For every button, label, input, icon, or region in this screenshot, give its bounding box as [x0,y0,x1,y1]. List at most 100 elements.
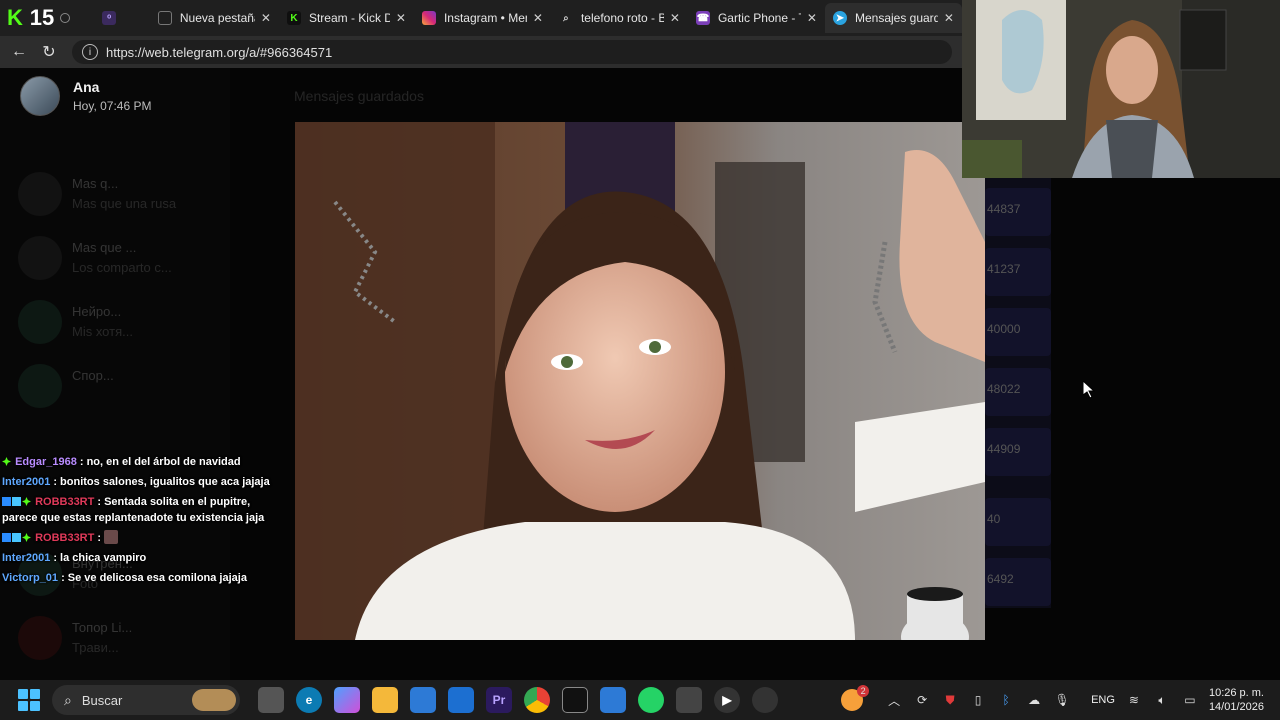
avatar [18,236,62,280]
whatsapp-icon[interactable] [638,687,664,713]
bluetooth-icon[interactable]: ᛒ [997,691,1015,709]
clock-icon [60,13,71,23]
chat-list-item: Mas que ... Los comparto c... [18,232,218,282]
battery-icon[interactable]: ▭ [1181,691,1199,709]
kick-badge-icon [2,533,11,542]
task-view-icon[interactable] [258,687,284,713]
newtab-icon [157,11,172,25]
url-text: https://web.telegram.org/a/#966364571 [106,44,333,60]
app-icon[interactable] [676,687,702,713]
chat-message: Inter2001: la chica vampiro [2,552,147,564]
tab-kick[interactable]: K Stream - Kick Dash ✕ [279,3,414,33]
chat-list-item: Спор... [18,360,218,410]
close-tab-icon[interactable]: ✕ [807,11,817,25]
chat-message: Victorp_01: Se ve delicosa esa comilona … [2,572,247,584]
close-tab-icon[interactable]: ✕ [261,11,271,25]
webcam-overlay [962,0,1280,178]
avatar [18,172,62,216]
media-photo[interactable] [295,122,985,640]
close-tab-icon[interactable]: ✕ [533,11,543,25]
tab-new[interactable]: Nueva pestaña ✕ [150,3,279,33]
search-icon: ⌕ [563,12,569,24]
chat-message: ROBB33RT: [2,530,274,546]
mouse-cursor-icon [1082,379,1096,404]
chat-title-background: Mensajes guardados [294,88,424,104]
chrome-icon[interactable] [524,687,550,713]
gift-badge-icon [2,457,11,466]
edge-icon[interactable]: e [296,687,322,713]
close-tab-icon[interactable]: ✕ [944,11,954,25]
telegram-icon: ➤ [832,11,847,25]
chat-message: ROBB33RT: Sentada solita en el pupitre, … [2,496,265,524]
premiere-icon[interactable]: Pr [486,687,512,713]
gartic-icon: ☎ [695,11,710,25]
chat-list-item: Mas q... Mas que una rusa [18,168,218,218]
copilot-icon[interactable] [334,687,360,713]
sub-badge-icon [12,497,21,506]
chat-list-item: Топор Li... Трави... [18,612,218,662]
capcut-icon[interactable] [562,687,588,713]
taskbar-search[interactable]: ⌕ Buscar [52,685,240,715]
usb-icon[interactable]: ▯ [969,691,987,709]
microphone-icon[interactable]: 🎙︎ [1053,691,1071,709]
language-indicator[interactable]: ENG [1091,694,1115,706]
chat-messages-background: 44837 41237 40000 48022 44909 40 6492 [985,178,1051,608]
chat-list-item: Нейро... Mis хотя... [18,296,218,346]
emote-icon [104,530,119,544]
tab-gartic[interactable]: ☎ Gartic Phone - Tele ✕ [688,3,825,33]
sender-name[interactable]: Ana [73,79,151,95]
address-bar-row: ← ↻ i https://web.telegram.org/a/#966364… [0,36,962,68]
gift-badge-icon [22,497,31,506]
file-explorer-icon[interactable] [372,687,398,713]
windows-taskbar: ⌕ Buscar e Pr ▶ 2 ︿ ⟳ ⛊ ▯ ᛒ ☁ 🎙︎ ENG ≋ 🔈… [0,680,1280,720]
sender-avatar[interactable] [20,76,60,116]
wifi-icon[interactable]: ≋ [1125,691,1143,709]
kick-logo-icon: K [6,5,23,30]
volume-icon[interactable]: 🔈︎ [1153,691,1171,709]
chat-message: Inter2001: bonitos salones, igualitos qu… [2,476,270,488]
outlook-icon[interactable] [448,687,474,713]
clock[interactable]: 10:26 p. m. 14/01/2026 [1209,686,1264,714]
notification-badge: 2 [857,685,870,697]
media-player-icon[interactable]: ▶ [714,687,740,713]
close-tab-icon[interactable]: ✕ [670,11,680,25]
kick-icon: K [286,11,301,25]
tab-telegram[interactable]: ➤ Mensajes guardad ✕ [824,3,962,33]
avatar [18,300,62,344]
avatar [18,364,62,408]
start-button[interactable] [18,689,40,711]
media-viewer-header[interactable]: Ana Hoy, 07:46 PM [20,76,151,116]
sub-badge-icon [12,533,21,542]
stream-chat-overlay: Edgar_1968: no, en el del árbol de navid… [2,454,274,590]
site-info-icon[interactable]: i [82,44,98,60]
obs-icon[interactable] [752,687,778,713]
weather-icon[interactable]: 2 [841,685,870,711]
close-tab-icon[interactable]: ✕ [396,11,406,25]
tab-search[interactable]: ⌕ telefono roto - Bús ✕ [551,3,688,33]
message-timestamp: Hoy, 07:46 PM [73,99,152,113]
url-field[interactable]: i https://web.telegram.org/a/#966364571 [72,40,952,64]
search-icon: ⌕ [64,691,72,708]
cloud-icon[interactable]: ☁ [1025,691,1043,709]
twitch-icon: ᵒ [102,11,117,25]
instagram-icon [421,11,436,25]
shield-icon[interactable]: ⛊ [941,691,959,709]
system-tray: 2 ︿ ⟳ ⛊ ▯ ᛒ ☁ 🎙︎ ENG ≋ 🔈︎ ▭ 10:26 p. m. … [841,680,1280,720]
photo-image [295,122,985,640]
search-highlight-icon [192,689,236,711]
tab-instagram[interactable]: Instagram • Mensa ✕ [414,3,551,33]
paint-icon[interactable] [600,687,626,713]
back-arrow-icon[interactable]: ← [4,37,34,67]
avatar [18,616,62,660]
stream-count: 15 [29,5,55,30]
gift-badge-icon [22,533,31,542]
browser-tab-bar: K 15 ᵒ Nueva pestaña ✕ K Stream - Kick D… [0,0,962,36]
webcam-image [962,0,1280,178]
kick-badge-icon [2,497,11,506]
chat-message: Edgar_1968: no, en el del árbol de navid… [2,454,274,470]
reload-icon[interactable]: ↻ [34,37,64,67]
sync-icon[interactable]: ⟳ [913,691,931,709]
chevron-up-icon[interactable]: ︿ [885,691,903,709]
store-icon[interactable] [410,687,436,713]
tab-twitch[interactable]: ᵒ [94,3,150,33]
